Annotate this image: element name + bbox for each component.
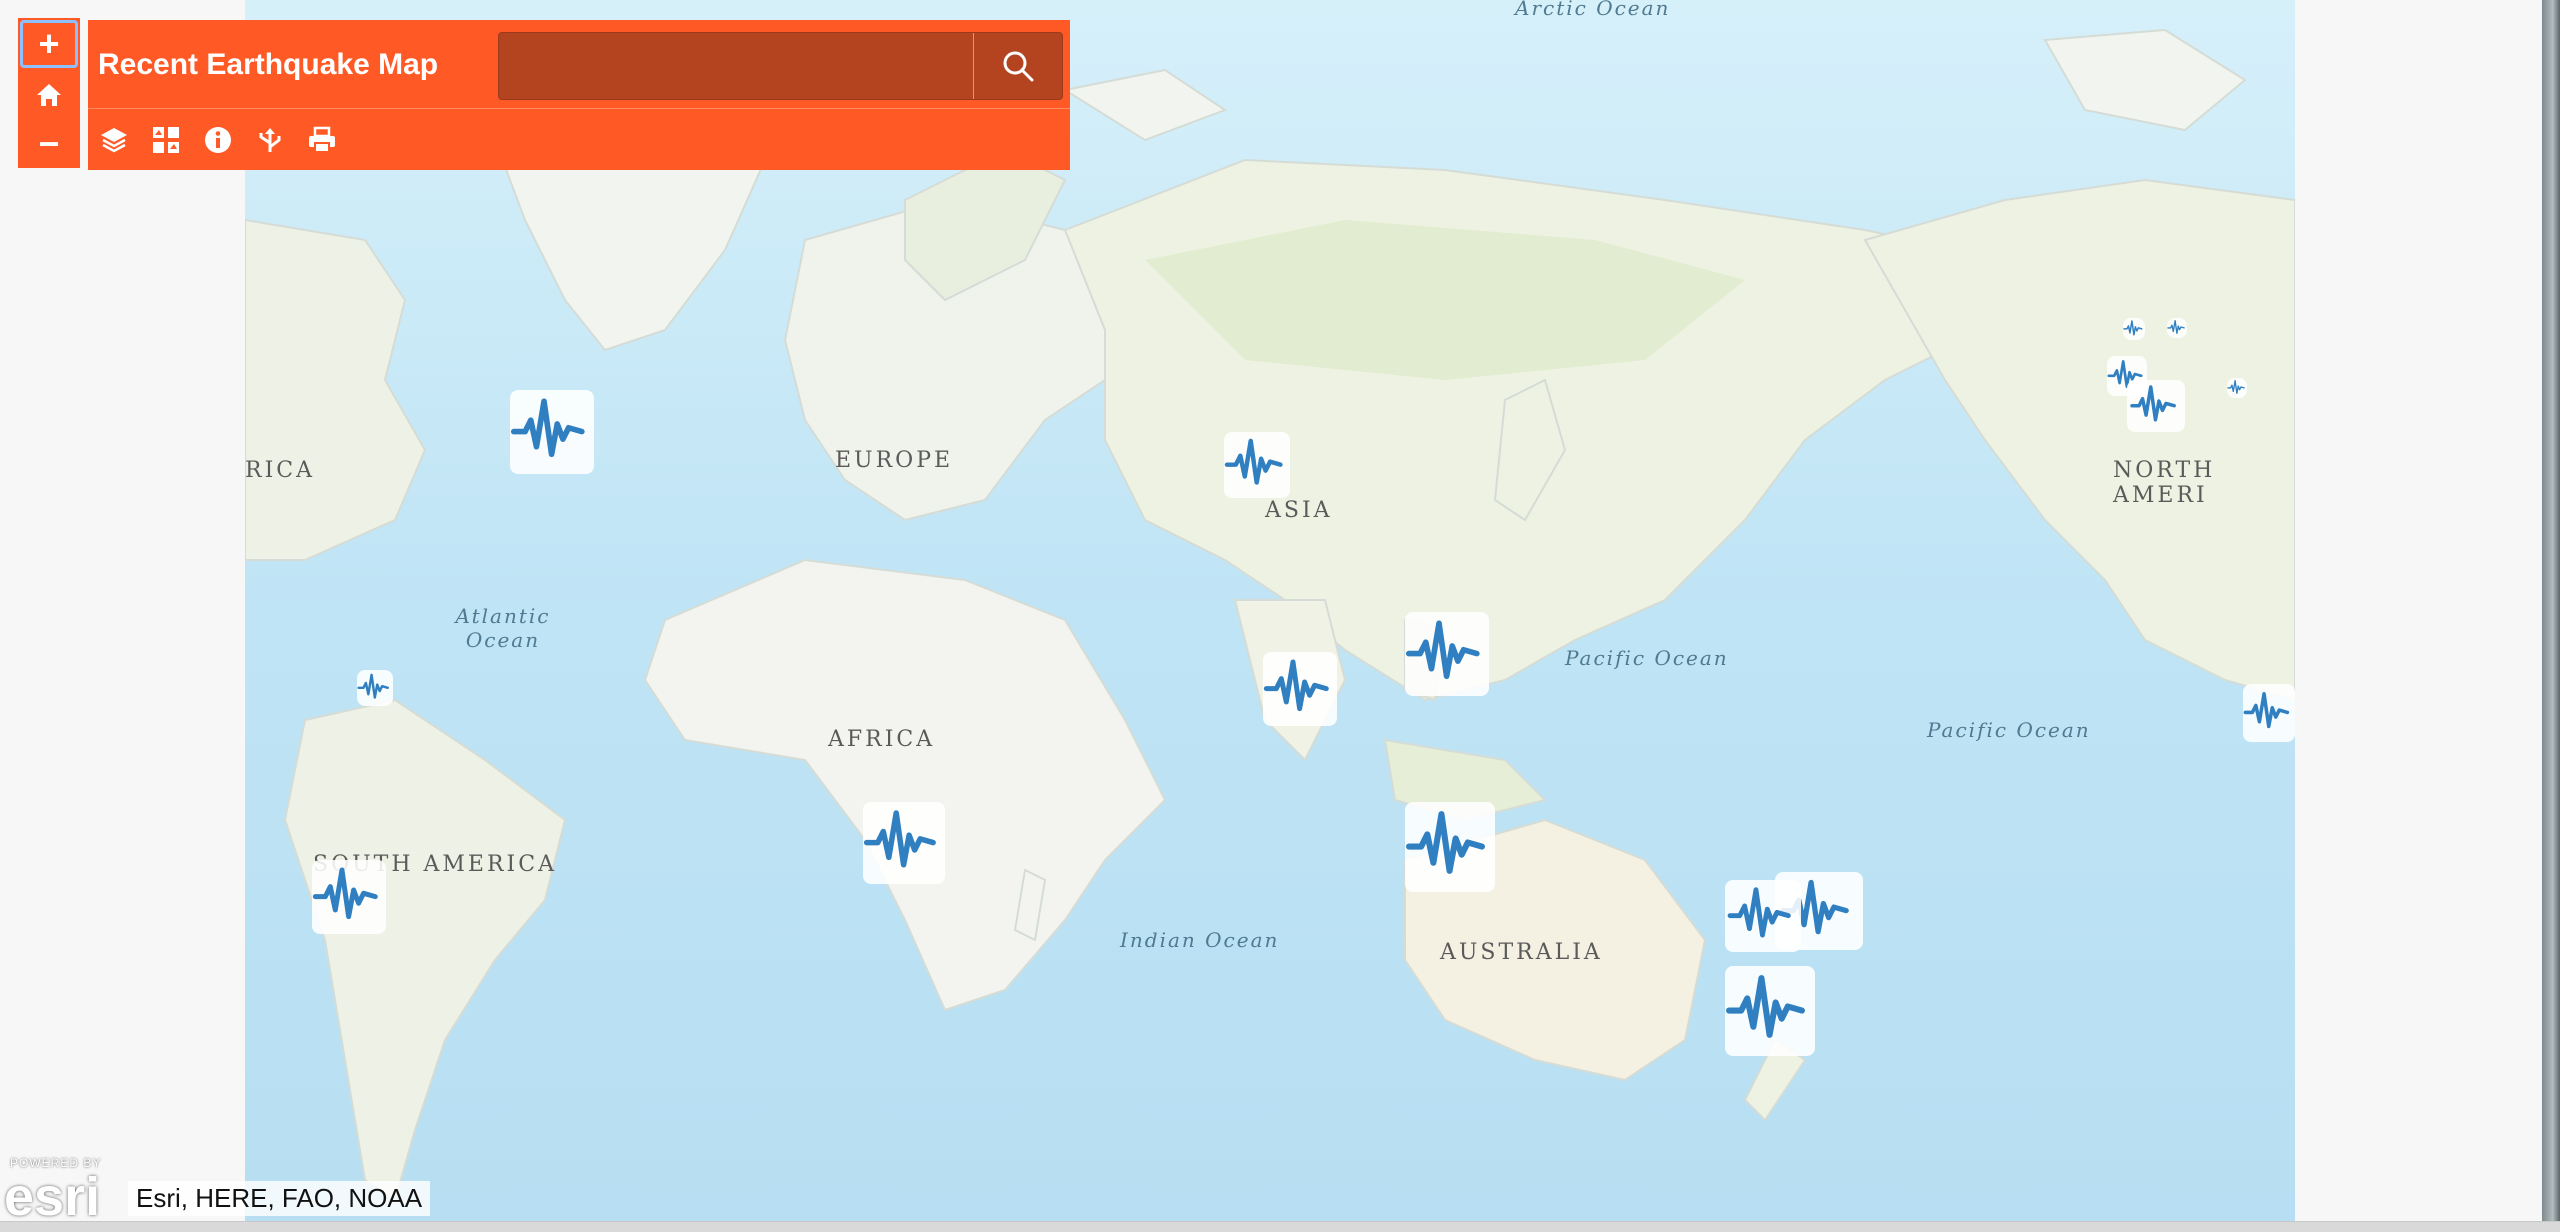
earthquake-marker[interactable] <box>357 670 393 706</box>
earthquake-marker[interactable] <box>312 860 386 934</box>
earthquake-marker[interactable] <box>1405 612 1489 696</box>
zoom-out-button[interactable]: − <box>18 119 80 168</box>
earthquake-marker[interactable] <box>1224 432 1290 498</box>
layers-button[interactable] <box>98 124 130 156</box>
zoom-control: + − <box>18 18 80 168</box>
seismograph-icon <box>2130 385 2176 422</box>
toolbar <box>98 124 338 156</box>
label-arctic-ocean: Arctic Ocean <box>1515 0 1671 20</box>
seismograph-icon <box>510 398 585 458</box>
label-australia: AUSTRALIA <box>1440 940 1603 965</box>
earthquake-marker[interactable] <box>1263 652 1337 726</box>
bottom-bar <box>0 1221 2560 1232</box>
about-button[interactable] <box>202 124 234 156</box>
label-atlantic-ocean: Atlantic Ocean <box>455 604 551 652</box>
share-button[interactable] <box>254 124 286 156</box>
layers-icon <box>101 128 127 153</box>
seismograph-icon <box>2227 380 2245 394</box>
share-icon <box>259 128 281 152</box>
earthquake-marker[interactable] <box>2227 378 2247 398</box>
zoom-in-button[interactable]: + <box>20 20 78 68</box>
seismograph-icon <box>2167 320 2185 334</box>
panel-divider <box>88 108 1070 109</box>
attribution-text: Esri, HERE, FAO, NOAA <box>128 1181 431 1216</box>
seismograph-icon <box>1727 887 1791 938</box>
seismograph-icon <box>2123 320 2143 336</box>
seismograph-icon <box>357 673 389 699</box>
seismograph-icon <box>2243 691 2290 729</box>
earthquake-marker[interactable] <box>2123 318 2145 340</box>
earthquake-marker[interactable] <box>2127 380 2185 432</box>
seismograph-icon <box>1726 975 1805 1038</box>
earthquake-marker[interactable] <box>510 390 594 474</box>
seismograph-icon <box>1405 620 1480 680</box>
label-asia: ASIA <box>1265 498 1333 523</box>
label-america-left: RICA <box>245 458 315 483</box>
esri-logo[interactable]: POWERED BY esri <box>0 1156 128 1227</box>
info-icon <box>205 127 231 153</box>
home-button[interactable] <box>18 70 80 119</box>
seismograph-icon <box>863 810 936 868</box>
earthquake-marker[interactable] <box>2243 684 2295 742</box>
app-header-panel: Recent Earthquake Map <box>88 20 1070 170</box>
earthquake-marker[interactable] <box>2167 318 2187 338</box>
attribution: POWERED BY esri Esri, HERE, FAO, NOAA <box>0 1156 431 1227</box>
label-indian-ocean: Indian Ocean <box>1120 928 1280 952</box>
app-title: Recent Earthquake Map <box>98 48 439 81</box>
earthquake-marker[interactable] <box>1405 802 1495 892</box>
seismograph-icon <box>1406 811 1485 874</box>
basemap-gallery-button[interactable] <box>150 124 182 156</box>
label-pacific-ocean-2: Pacific Ocean <box>1927 718 2091 742</box>
earthquake-marker[interactable] <box>863 802 945 884</box>
home-icon <box>37 83 61 106</box>
search-input[interactable] <box>499 33 973 99</box>
basemap-gallery-icon <box>153 127 179 153</box>
label-europe: EUROPE <box>835 448 954 473</box>
search-icon <box>1003 51 1034 82</box>
label-africa: AFRICA <box>828 727 936 752</box>
search-box <box>498 32 1063 100</box>
seismograph-icon <box>1224 438 1283 485</box>
label-pacific-ocean-1: Pacific Ocean <box>1565 646 1729 670</box>
seismograph-icon <box>312 867 378 920</box>
esri-wordmark: esri <box>4 1167 101 1227</box>
window-edge <box>2542 0 2560 1232</box>
seismograph-icon <box>1263 659 1329 712</box>
map-view[interactable]: EUROPE ASIA AFRICA SOUTH AMERICA AUSTRAL… <box>245 0 2295 1222</box>
search-button[interactable] <box>973 33 1062 99</box>
print-button[interactable] <box>306 124 338 156</box>
print-icon <box>309 126 335 153</box>
label-north-america: NORTH AMERI <box>2113 458 2216 508</box>
earthquake-marker[interactable] <box>1725 880 1801 952</box>
earthquake-marker[interactable] <box>1725 966 1815 1056</box>
